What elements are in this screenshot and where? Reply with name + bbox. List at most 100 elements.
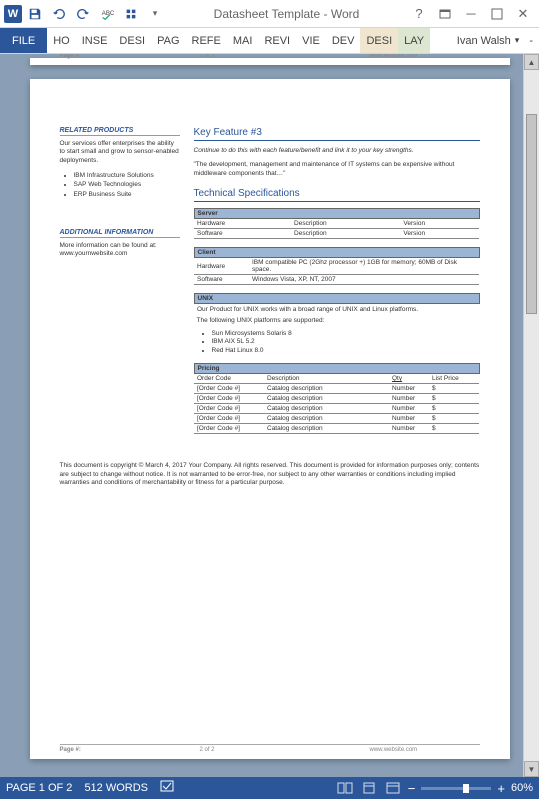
cell: $ xyxy=(429,424,479,434)
cell: Number xyxy=(389,404,429,414)
tab-home[interactable]: HO xyxy=(47,28,76,53)
feature-subtitle: Continue to do this with each feature/be… xyxy=(194,147,480,155)
tab-insert[interactable]: INSE xyxy=(76,28,114,53)
list-item: IBM AIX 5L 5.2 xyxy=(212,338,480,346)
tab-review[interactable]: REVI xyxy=(258,28,296,53)
options-icon[interactable] xyxy=(120,3,142,25)
minimize-icon[interactable]: ─ xyxy=(459,3,483,25)
related-products-text: Our services offer enterprises the abili… xyxy=(60,140,180,165)
cell: Hardware xyxy=(194,258,249,275)
pricing-head: Pricing xyxy=(194,364,479,374)
tech-spec-heading: Technical Specifications xyxy=(194,188,480,202)
server-head: Server xyxy=(194,209,479,219)
redo-icon[interactable] xyxy=(72,3,94,25)
tab-mailings[interactable]: MAI xyxy=(227,28,259,53)
status-words[interactable]: 512 WORDS xyxy=(84,782,148,794)
user-name[interactable]: Ivan Walsh xyxy=(457,35,511,47)
help-icon[interactable]: ? xyxy=(407,3,431,25)
cell: Version xyxy=(400,219,479,229)
feature-quote: "The development, management and mainten… xyxy=(194,161,480,178)
unix-supported-label: The following UNIX platforms are support… xyxy=(194,317,480,325)
cell: [Order Code #] xyxy=(194,414,264,424)
footer-page-label: Page #: xyxy=(60,54,81,59)
tab-ctx-design[interactable]: DESI xyxy=(360,28,398,53)
tab-ctx-layout[interactable]: LAY xyxy=(398,28,430,53)
list-item: IBM Infrastructure Solutions xyxy=(74,171,180,180)
cell: Number xyxy=(389,384,429,394)
cell: Number xyxy=(389,414,429,424)
footer-site: www.website.com xyxy=(310,54,480,59)
page-2[interactable]: RELATED PRODUCTS Our services offer ente… xyxy=(30,79,510,759)
cell: $ xyxy=(429,414,479,424)
cell: $ xyxy=(429,384,479,394)
page-footer: Page #: 1 of 2 www.website.com xyxy=(60,54,480,59)
additional-info-heading: ADDITIONAL INFORMATION xyxy=(60,229,180,238)
cell: Catalog description xyxy=(264,424,389,434)
col-head: Order Code xyxy=(194,374,264,384)
cell: Windows Vista, XP, NT, 2007 xyxy=(249,275,479,285)
list-item: Sun Microsystems Solaris 8 xyxy=(212,330,480,338)
footer-page-num: 2 of 2 xyxy=(170,747,310,753)
tab-view[interactable]: VIE xyxy=(296,28,326,53)
scroll-up-icon[interactable]: ▲ xyxy=(524,54,539,70)
view-read-icon[interactable] xyxy=(336,780,354,796)
cell: [Order Code #] xyxy=(194,394,264,404)
close-icon[interactable]: ✕ xyxy=(511,3,535,25)
tab-developer[interactable]: DEV xyxy=(326,28,361,53)
tab-references[interactable]: REFE xyxy=(186,28,227,53)
cell: Description xyxy=(291,219,400,229)
ribbon-display-icon[interactable] xyxy=(433,3,457,25)
cell: Catalog description xyxy=(264,404,389,414)
save-icon[interactable] xyxy=(24,3,46,25)
cell: [Order Code #] xyxy=(194,404,264,414)
status-page[interactable]: PAGE 1 OF 2 xyxy=(6,782,72,794)
related-products-list: IBM Infrastructure Solutions SAP Web Tec… xyxy=(60,171,180,198)
cell: Version xyxy=(400,229,479,239)
zoom-slider[interactable] xyxy=(421,787,491,790)
unix-table: UNIX Our Product for UNIX works with a b… xyxy=(194,293,480,313)
feature-heading: Key Feature #3 xyxy=(194,127,480,141)
footer-page-num: 1 of 2 xyxy=(170,54,310,59)
cell: Hardware xyxy=(194,219,291,229)
tab-file[interactable]: FILE xyxy=(0,28,47,53)
maximize-icon[interactable] xyxy=(485,3,509,25)
zoom-level[interactable]: 60% xyxy=(511,782,533,794)
document-scroll[interactable]: Page #: 1 of 2 www.website.com RELATED P… xyxy=(0,54,539,777)
unix-head: UNIX xyxy=(194,294,479,304)
scroll-thumb[interactable] xyxy=(526,114,537,314)
view-print-icon[interactable] xyxy=(360,780,378,796)
user-dropdown-icon[interactable]: ▾ xyxy=(515,35,520,46)
zoom-in-button[interactable]: + xyxy=(497,781,505,796)
col-head: List Price xyxy=(429,374,479,384)
view-web-icon[interactable] xyxy=(384,780,402,796)
vertical-scrollbar[interactable]: ▲ ▼ xyxy=(523,54,539,777)
collapse-ribbon-icon[interactable]: - xyxy=(529,35,533,47)
list-item: ERP Business Suite xyxy=(74,190,180,199)
unix-text: Our Product for UNIX works with a broad … xyxy=(194,304,479,314)
tab-page-layout[interactable]: PAG xyxy=(151,28,185,53)
cell: $ xyxy=(429,394,479,404)
cell: Number xyxy=(389,424,429,434)
page-footer: Page #: 2 of 2 www.website.com xyxy=(60,744,480,753)
tab-design[interactable]: DESI xyxy=(113,28,151,53)
ribbon-tabs: FILE HO INSE DESI PAG REFE MAI REVI VIE … xyxy=(0,28,539,54)
document-area: Page #: 1 of 2 www.website.com RELATED P… xyxy=(0,54,539,777)
zoom-out-button[interactable]: − xyxy=(408,781,416,796)
cell: Software xyxy=(194,275,249,285)
spellcheck-icon[interactable]: ABC xyxy=(96,3,118,25)
undo-icon[interactable] xyxy=(48,3,70,25)
doc-sidebar: RELATED PRODUCTS Our services offer ente… xyxy=(60,127,180,442)
cell: IBM compatible PC (2Ghz processor +) 1GB… xyxy=(249,258,479,275)
page-1[interactable]: Page #: 1 of 2 www.website.com xyxy=(30,58,510,65)
scroll-down-icon[interactable]: ▼ xyxy=(524,761,539,777)
qat-dropdown-icon[interactable]: ▾ xyxy=(144,3,166,25)
status-proof-icon[interactable] xyxy=(160,780,176,797)
server-table: Server HardwareDescriptionVersion Softwa… xyxy=(194,208,480,239)
zoom-thumb[interactable] xyxy=(463,784,469,793)
client-head: Client xyxy=(194,248,479,258)
copyright-text: This document is copyright © March 4, 20… xyxy=(60,462,480,487)
related-products-heading: RELATED PRODUCTS xyxy=(60,127,180,136)
doc-main: Key Feature #3 Continue to do this with … xyxy=(194,127,480,442)
statusbar: PAGE 1 OF 2 512 WORDS − + 60% xyxy=(0,777,539,799)
cell: Catalog description xyxy=(264,394,389,404)
